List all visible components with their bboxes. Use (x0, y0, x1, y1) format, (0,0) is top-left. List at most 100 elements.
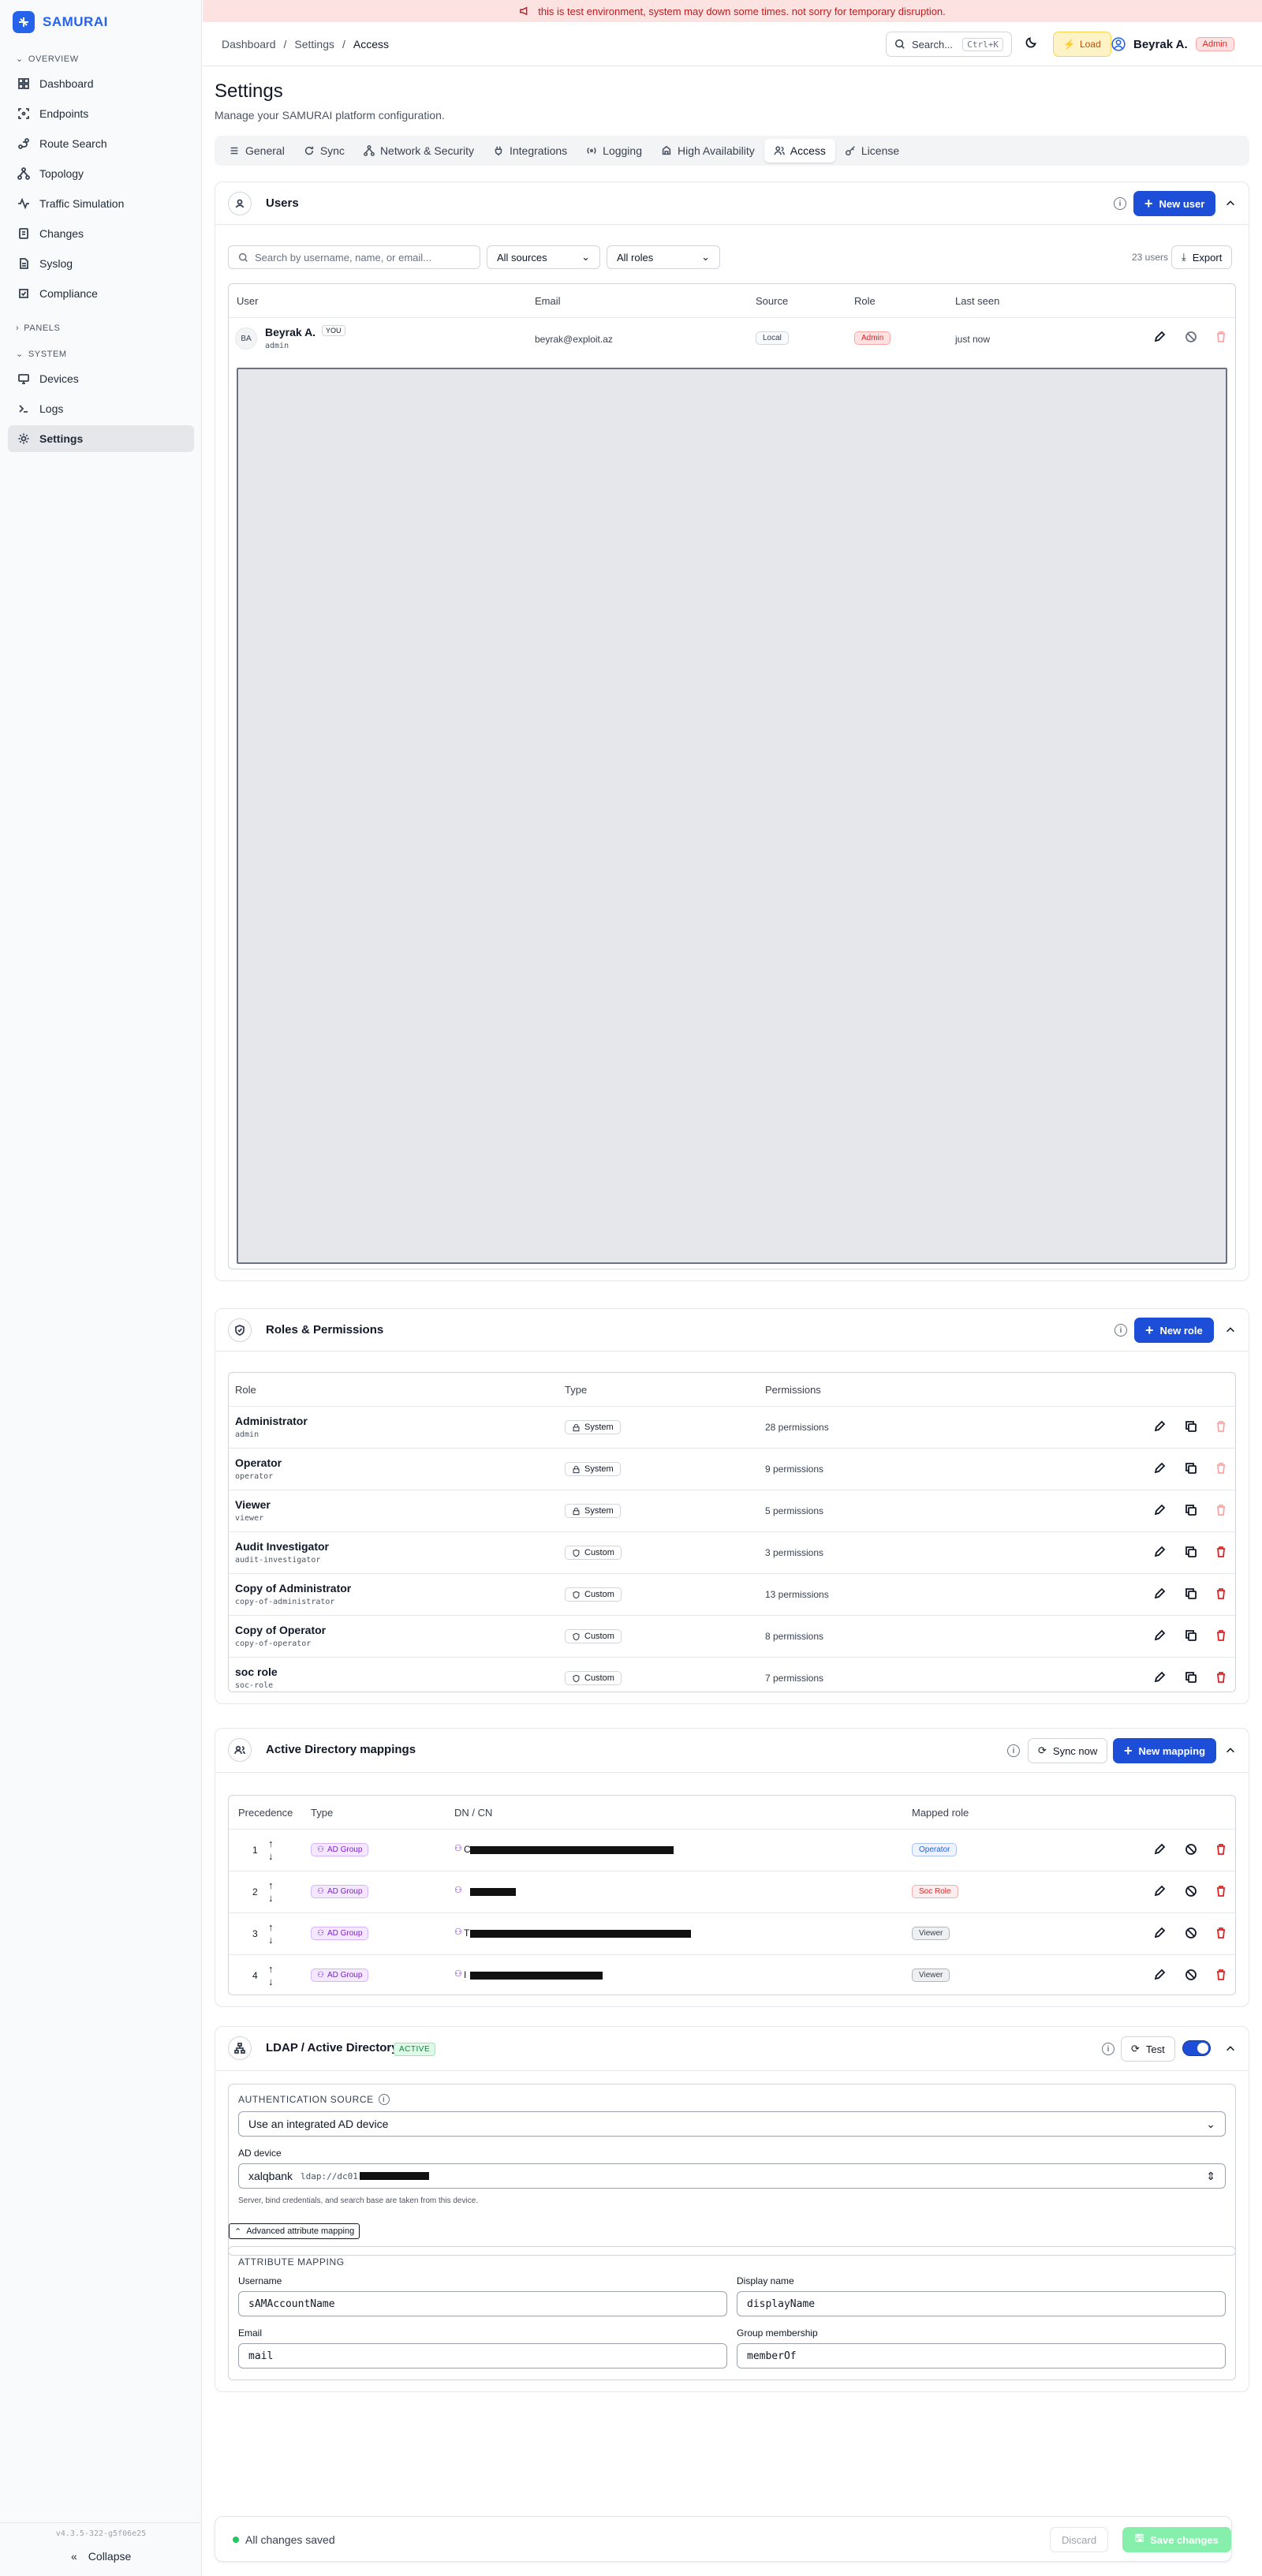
delete-mapping-button[interactable] (1215, 1968, 1229, 1983)
sidebar-item-endpoints[interactable]: Endpoints (8, 100, 194, 127)
user-search-input[interactable]: Search by username, name, or email... (228, 245, 480, 269)
col-email[interactable]: Email (535, 295, 561, 307)
delete-button[interactable] (1215, 331, 1229, 345)
sidebar-item-route-search[interactable]: Route Search (8, 130, 194, 157)
sidebar-item-logs[interactable]: Logs (8, 395, 194, 422)
reorder-arrows-icon[interactable]: ↑ ↓ (268, 1921, 274, 1946)
new-role-button[interactable]: + New role (1134, 1318, 1214, 1343)
edit-role-button[interactable] (1153, 1546, 1167, 1560)
duplicate-role-button[interactable] (1185, 1546, 1199, 1560)
disable-mapping-button[interactable] (1185, 1968, 1199, 1983)
user-menu[interactable]: Beyrak A. Admin (1111, 32, 1234, 57)
reorder-arrows-icon[interactable]: ↑ ↓ (268, 1838, 274, 1863)
new-mapping-button[interactable]: + New mapping (1113, 1738, 1217, 1763)
advanced-mapping-toggle[interactable]: ⌃ Advanced attribute mapping (229, 2223, 360, 2239)
table-row[interactable]: 1 ↑ ↓ ⚇ AD Group ⚇ C Operator (229, 1829, 1235, 1871)
chevron-up-icon[interactable] (1225, 1325, 1236, 1336)
ldap-enabled-toggle[interactable] (1182, 2040, 1211, 2056)
edit-role-button[interactable] (1153, 1420, 1167, 1434)
section-system[interactable]: ⌄ SYSTEM (16, 349, 67, 360)
table-row[interactable]: Copy of Operator copy-of-operator Custom… (229, 1615, 1235, 1657)
col-source[interactable]: Source (756, 295, 788, 307)
delete-role-button[interactable] (1215, 1671, 1229, 1685)
tab-high-availability[interactable]: High Availability (652, 139, 764, 163)
collapse-button[interactable]: « Collapse (71, 2550, 131, 2563)
delete-role-button[interactable] (1215, 1462, 1229, 1476)
edit-mapping-button[interactable] (1153, 1885, 1167, 1899)
info-icon[interactable]: i (1007, 1744, 1020, 1757)
col-last-seen[interactable]: Last seen (955, 295, 999, 307)
table-row[interactable]: Administrator admin System 28 permission… (229, 1406, 1235, 1448)
table-row[interactable]: 3 ↑ ↓ ⚇ AD Group ⚇ T Viewer (229, 1912, 1235, 1954)
theme-toggle[interactable] (1025, 35, 1039, 49)
edit-role-button[interactable] (1153, 1629, 1167, 1643)
save-changes-button[interactable]: 🖫 Save changes (1122, 2527, 1231, 2552)
delete-role-button[interactable] (1215, 1420, 1229, 1434)
breadcrumb-settings[interactable]: Settings (294, 38, 334, 50)
duplicate-role-button[interactable] (1185, 1587, 1199, 1602)
delete-role-button[interactable] (1215, 1629, 1229, 1643)
col-role[interactable]: Role (854, 295, 876, 307)
chevron-up-icon[interactable] (1225, 1745, 1236, 1756)
tab-integrations[interactable]: Integrations (484, 139, 577, 163)
sidebar-item-devices[interactable]: Devices (8, 365, 194, 392)
duplicate-role-button[interactable] (1185, 1629, 1199, 1643)
delete-role-button[interactable] (1215, 1587, 1229, 1602)
tab-logging[interactable]: Logging (577, 139, 652, 163)
duplicate-role-button[interactable] (1185, 1671, 1199, 1685)
info-icon[interactable]: i (1102, 2043, 1115, 2055)
sidebar-item-syslog[interactable]: Syslog (8, 250, 194, 277)
disable-button[interactable] (1185, 331, 1199, 345)
edit-mapping-button[interactable] (1153, 1843, 1167, 1857)
col-user[interactable]: User (237, 295, 258, 307)
chevron-up-icon[interactable] (1225, 198, 1236, 209)
display-name-attr-input[interactable]: displayName (737, 2291, 1226, 2316)
info-icon[interactable]: i (1114, 197, 1126, 210)
chevron-up-icon[interactable] (1225, 2043, 1236, 2054)
sidebar-item-changes[interactable]: Changes (8, 220, 194, 247)
tab-sync[interactable]: Sync (294, 139, 354, 163)
export-button[interactable]: ⤓ Export (1171, 245, 1233, 269)
duplicate-role-button[interactable] (1185, 1420, 1199, 1434)
disable-mapping-button[interactable] (1185, 1885, 1199, 1899)
delete-mapping-button[interactable] (1215, 1843, 1229, 1857)
edit-role-button[interactable] (1153, 1671, 1167, 1685)
table-row[interactable]: soc role soc-role Custom 7 permissions (229, 1657, 1235, 1699)
tab-access[interactable]: Access (764, 139, 835, 163)
username-attr-input[interactable]: sAMAccountName (238, 2291, 727, 2316)
edit-button[interactable] (1153, 331, 1167, 345)
disable-mapping-button[interactable] (1185, 1843, 1199, 1857)
app-logo[interactable]: SAMURAI (13, 11, 108, 33)
disable-mapping-button[interactable] (1185, 1927, 1199, 1941)
reorder-arrows-icon[interactable]: ↑ ↓ (268, 1963, 274, 1988)
table-row[interactable]: 2 ↑ ↓ ⚇ AD Group ⚇ Soc Role (229, 1871, 1235, 1912)
table-row[interactable]: Copy of Administrator copy-of-administra… (229, 1573, 1235, 1615)
edit-role-button[interactable] (1153, 1462, 1167, 1476)
table-row[interactable]: 4 ↑ ↓ ⚇ AD Group ⚇ I Viewer (229, 1954, 1235, 1996)
sidebar-item-settings[interactable]: Settings (8, 425, 194, 452)
duplicate-role-button[interactable] (1185, 1462, 1199, 1476)
table-row[interactable]: Operator operator System 9 permissions (229, 1448, 1235, 1490)
section-panels[interactable]: › PANELS (16, 323, 60, 333)
discard-button[interactable]: Discard (1050, 2527, 1109, 2552)
delete-role-button[interactable] (1215, 1504, 1229, 1518)
edit-mapping-button[interactable] (1153, 1927, 1167, 1941)
edit-role-button[interactable] (1153, 1587, 1167, 1602)
sync-now-button[interactable]: ⟳ Sync now (1028, 1738, 1108, 1763)
section-overview[interactable]: ⌄ OVERVIEW (16, 54, 79, 65)
table-row[interactable]: Viewer viewer System 5 permissions (229, 1490, 1235, 1531)
breadcrumb-dashboard[interactable]: Dashboard (222, 38, 276, 50)
sidebar-item-dashboard[interactable]: Dashboard (8, 70, 194, 97)
delete-mapping-button[interactable] (1215, 1927, 1229, 1941)
role-filter-select[interactable]: All roles ⌄ (607, 245, 720, 269)
sidebar-item-compliance[interactable]: Compliance (8, 280, 194, 307)
group-membership-attr-input[interactable]: memberOf (737, 2343, 1226, 2368)
delete-mapping-button[interactable] (1215, 1885, 1229, 1899)
table-row[interactable]: BA Beyrak A. YOU admin beyrak@exploit.az… (229, 317, 1235, 358)
edit-role-button[interactable] (1153, 1504, 1167, 1518)
ad-device-select[interactable]: xalqbank ldap://dc01 ⇕ (238, 2163, 1226, 2189)
new-user-button[interactable]: + New user (1133, 191, 1216, 216)
test-connection-button[interactable]: ⟳ Test (1121, 2036, 1175, 2062)
tab-license[interactable]: License (835, 139, 909, 163)
tab-general[interactable]: General (219, 139, 294, 163)
